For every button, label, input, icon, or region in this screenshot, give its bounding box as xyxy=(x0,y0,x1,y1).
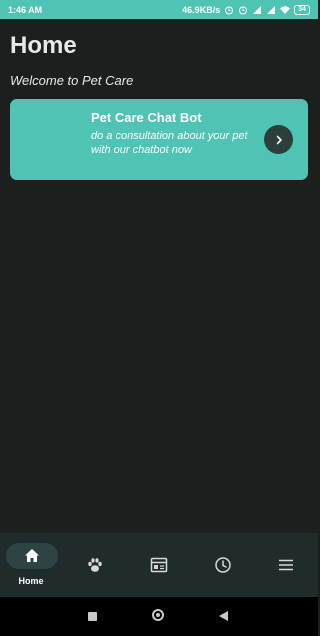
nav-item-menu[interactable] xyxy=(254,533,318,597)
chatbot-card-description: do a consultation about your pet with ou… xyxy=(91,130,248,156)
system-navigation-bar xyxy=(0,597,318,636)
nav-label-home: Home xyxy=(18,576,44,586)
back-button[interactable] xyxy=(219,611,228,621)
alarm-icon xyxy=(225,6,234,14)
menu-icon xyxy=(279,559,293,571)
wifi-icon xyxy=(280,5,291,14)
home-button[interactable] xyxy=(152,609,164,621)
chevron-right-icon xyxy=(276,135,282,144)
alarm-icon xyxy=(239,6,248,14)
signal-icon xyxy=(253,5,262,14)
nav-item-home[interactable]: Home xyxy=(0,533,64,597)
home-icon xyxy=(25,549,39,562)
welcome-text: Welcome to Pet Care xyxy=(10,73,134,88)
chatbot-open-button[interactable] xyxy=(264,125,293,154)
battery-icon: 34 xyxy=(294,4,310,15)
nav-item-pets[interactable] xyxy=(63,533,127,597)
status-bar: 1:46 AM 46.9KB/s 34 xyxy=(0,0,318,19)
paw-icon xyxy=(88,558,102,572)
chatbot-card-title: Pet Care Chat Bot xyxy=(91,110,202,125)
clock-icon xyxy=(215,557,231,573)
nav-item-schedule[interactable] xyxy=(127,533,191,597)
page-title: Home xyxy=(10,32,77,59)
nav-item-history[interactable] xyxy=(191,533,255,597)
status-time: 1:46 AM xyxy=(8,4,43,15)
recents-button[interactable] xyxy=(88,612,97,621)
calendar-icon xyxy=(150,557,168,573)
signal-icon xyxy=(267,5,276,14)
network-speed: 46.9KB/s xyxy=(182,4,221,15)
chatbot-card[interactable]: Pet Care Chat Bot do a consultation abou… xyxy=(10,99,308,180)
status-icons: 46.9KB/s 34 xyxy=(182,4,310,15)
bottom-navigation: Home xyxy=(0,533,318,597)
